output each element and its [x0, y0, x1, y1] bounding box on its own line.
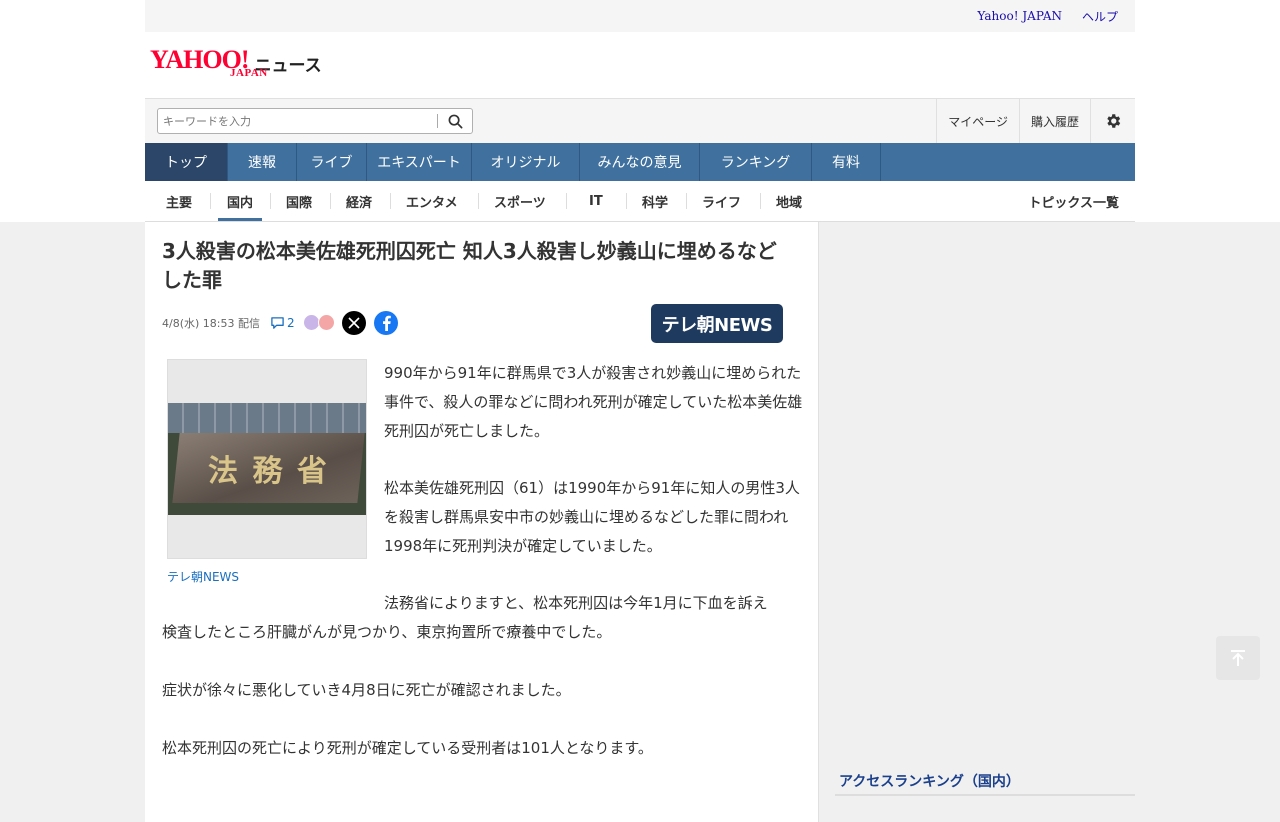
utility-bar: Yahoo! JAPAN ヘルプ: [145, 0, 1135, 32]
search-input[interactable]: [158, 109, 438, 133]
category-sports[interactable]: スポーツ: [494, 181, 546, 221]
search-row: マイページ 購入履歴: [145, 98, 1135, 143]
comments-link[interactable]: 2: [270, 316, 295, 330]
article-paragraph: 検査したところ肝臓がんが見つかり、東京拘置所で療養中でした。: [162, 623, 612, 641]
site-header: YAHOO! JAPAN ニュース: [145, 32, 1135, 98]
divider: [210, 193, 211, 209]
divider: [270, 193, 271, 209]
ranking-divider: [835, 794, 1135, 796]
photo-stone-sign: 法 務 省: [172, 433, 365, 503]
x-share-button[interactable]: [342, 311, 366, 335]
nav-original[interactable]: オリジナル: [472, 143, 580, 181]
main-nav: トップ 速報 ライブ エキスパート オリジナル みんなの意見 ランキング 有料: [145, 143, 1135, 181]
divider: [686, 193, 687, 209]
category-major[interactable]: 主要: [166, 181, 192, 221]
search-icon: [448, 114, 463, 128]
search-box: [157, 108, 473, 134]
nav-paid[interactable]: 有料: [812, 143, 881, 181]
divider: [760, 193, 761, 209]
back-to-top-button[interactable]: [1216, 636, 1260, 680]
comment-icon: [271, 316, 284, 329]
divider: [478, 193, 479, 209]
mypage-link[interactable]: マイページ: [936, 99, 1019, 143]
article-paragraph: 990年から91年に群馬県で3人が殺害され妙義山に埋められた事件で、殺人の罪など…: [384, 364, 803, 440]
gear-icon: [1107, 114, 1121, 128]
reaction-icons[interactable]: [299, 314, 335, 331]
category-economy[interactable]: 経済: [346, 181, 372, 221]
settings-button[interactable]: [1090, 99, 1135, 143]
facebook-logo-icon: [383, 315, 391, 331]
photo-sign-text: 法 務 省: [208, 454, 329, 489]
article: 3人殺害の松本美佐雄死刑囚死亡 知人3人殺害し妙義山に埋めるなどした罪 4/8(…: [145, 222, 819, 822]
x-logo-icon: [348, 317, 360, 329]
comment-count: 2: [286, 315, 295, 330]
arrow-up-icon: [1231, 650, 1245, 666]
article-title: 3人殺害の松本美佐雄死刑囚死亡 知人3人殺害し妙義山に埋めるなどした罪: [162, 239, 777, 292]
article-paragraph: 松本美佐雄死刑囚（61）は1990年から91年に知人の男性3人を殺害し群馬県安中…: [384, 479, 800, 555]
facebook-share-button[interactable]: [374, 311, 398, 335]
divider: [626, 193, 627, 209]
article-meta: 4/8(水) 18:53 配信 2: [162, 314, 335, 331]
photo-building: [168, 403, 366, 433]
category-life[interactable]: ライフ: [702, 181, 741, 221]
help-link[interactable]: ヘルプ: [1082, 8, 1118, 25]
nav-ranking[interactable]: ランキング: [700, 143, 812, 181]
account-links: マイページ 購入履歴: [936, 99, 1135, 143]
article-paragraph: 症状が徐々に悪化していき4月8日に死亡が確認されました。: [162, 681, 571, 699]
divider: [330, 193, 331, 209]
photo-caption[interactable]: テレ朝NEWS: [167, 568, 239, 585]
access-ranking-title[interactable]: アクセスランキング（国内）: [839, 771, 1020, 791]
category-nav: 主要 国内 国際 経済 エンタメ スポーツ IT 科学 ライフ 地域 トピックス…: [145, 181, 1135, 222]
topics-list-link[interactable]: トピックス一覧: [1028, 181, 1119, 221]
category-local[interactable]: 地域: [776, 181, 802, 221]
purchase-history-link[interactable]: 購入履歴: [1018, 99, 1090, 143]
category-international[interactable]: 国際: [286, 181, 312, 221]
nav-top[interactable]: トップ: [145, 143, 228, 181]
nav-live[interactable]: ライブ: [297, 143, 367, 181]
photo-image: 法 務 省: [168, 403, 366, 515]
category-it[interactable]: IT: [589, 181, 603, 221]
nav-expert[interactable]: エキスパート: [367, 143, 472, 181]
yahoo-japan-link[interactable]: Yahoo! JAPAN: [977, 9, 1062, 23]
category-domestic[interactable]: 国内: [218, 181, 262, 221]
article-paragraph: 松本死刑囚の死亡により死刑が確定している受刑者は101人となります。: [162, 739, 653, 757]
yahoo-news-logo[interactable]: YAHOO! JAPAN ニュース: [150, 47, 322, 80]
logo-japan: JAPAN: [230, 67, 268, 79]
divider: [566, 193, 567, 209]
reaction-pink-icon: [317, 314, 335, 331]
category-science[interactable]: 科学: [642, 181, 668, 221]
search-button[interactable]: [438, 109, 472, 133]
divider: [390, 193, 391, 209]
nav-opinions[interactable]: みんなの意見: [580, 143, 700, 181]
source-logo[interactable]: テレ朝NEWS: [651, 304, 783, 343]
article-paragraph: 法務省によりますと、松本死刑囚は今年1月に下血を訴え: [384, 594, 768, 612]
publish-date: 4/8(水) 18:53 配信: [162, 316, 260, 330]
category-entertainment[interactable]: エンタメ: [406, 181, 458, 221]
article-photo[interactable]: 法 務 省: [167, 359, 367, 559]
nav-breaking[interactable]: 速報: [228, 143, 297, 181]
